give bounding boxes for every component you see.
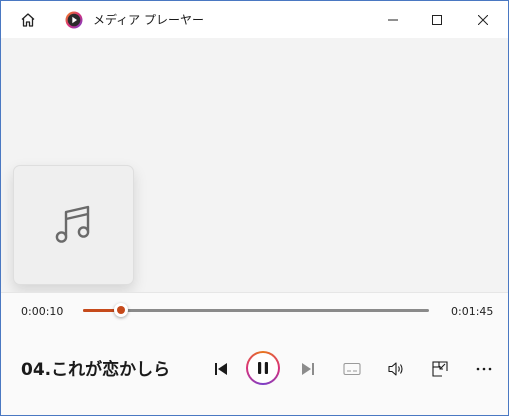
album-art[interactable] bbox=[13, 165, 134, 285]
previous-icon bbox=[215, 363, 227, 375]
minimize-button[interactable] bbox=[370, 1, 416, 38]
app-title: メディア プレーヤー bbox=[93, 13, 204, 27]
pause-icon bbox=[258, 362, 268, 374]
more-button[interactable] bbox=[472, 357, 496, 381]
minimize-icon bbox=[388, 19, 398, 20]
seek-thumb[interactable] bbox=[114, 303, 129, 317]
subtitles-button[interactable] bbox=[340, 357, 364, 381]
more-icon bbox=[476, 367, 492, 371]
previous-button[interactable] bbox=[209, 357, 233, 381]
volume-button[interactable] bbox=[384, 357, 408, 381]
seek-bar[interactable] bbox=[83, 303, 429, 317]
total-time: 0:01:45 bbox=[451, 305, 494, 318]
close-button[interactable] bbox=[460, 1, 506, 38]
elapsed-time: 0:00:10 bbox=[21, 305, 64, 318]
subtitles-icon bbox=[343, 362, 361, 376]
playback-controls: 0:00:10 0:01:45 04.これが恋かしら bbox=[1, 292, 508, 415]
media-player-window: メディア プレーヤー 0:00:10 0:01:45 04.これが恋かしら bbox=[0, 0, 509, 416]
home-icon bbox=[21, 13, 35, 27]
pause-button[interactable] bbox=[246, 351, 280, 385]
maximize-button[interactable] bbox=[414, 1, 460, 38]
close-icon bbox=[478, 14, 488, 25]
home-button[interactable] bbox=[13, 7, 43, 33]
maximize-icon bbox=[432, 14, 442, 25]
mini-player-icon bbox=[432, 361, 448, 377]
track-title: 04.これが恋かしら bbox=[21, 360, 171, 380]
media-player-logo bbox=[65, 11, 83, 29]
next-icon bbox=[302, 363, 314, 375]
mini-player-button[interactable] bbox=[428, 357, 452, 381]
music-note-icon bbox=[55, 205, 89, 243]
next-button[interactable] bbox=[296, 357, 320, 381]
title-bar: メディア プレーヤー bbox=[1, 1, 508, 38]
volume-icon bbox=[388, 362, 403, 376]
